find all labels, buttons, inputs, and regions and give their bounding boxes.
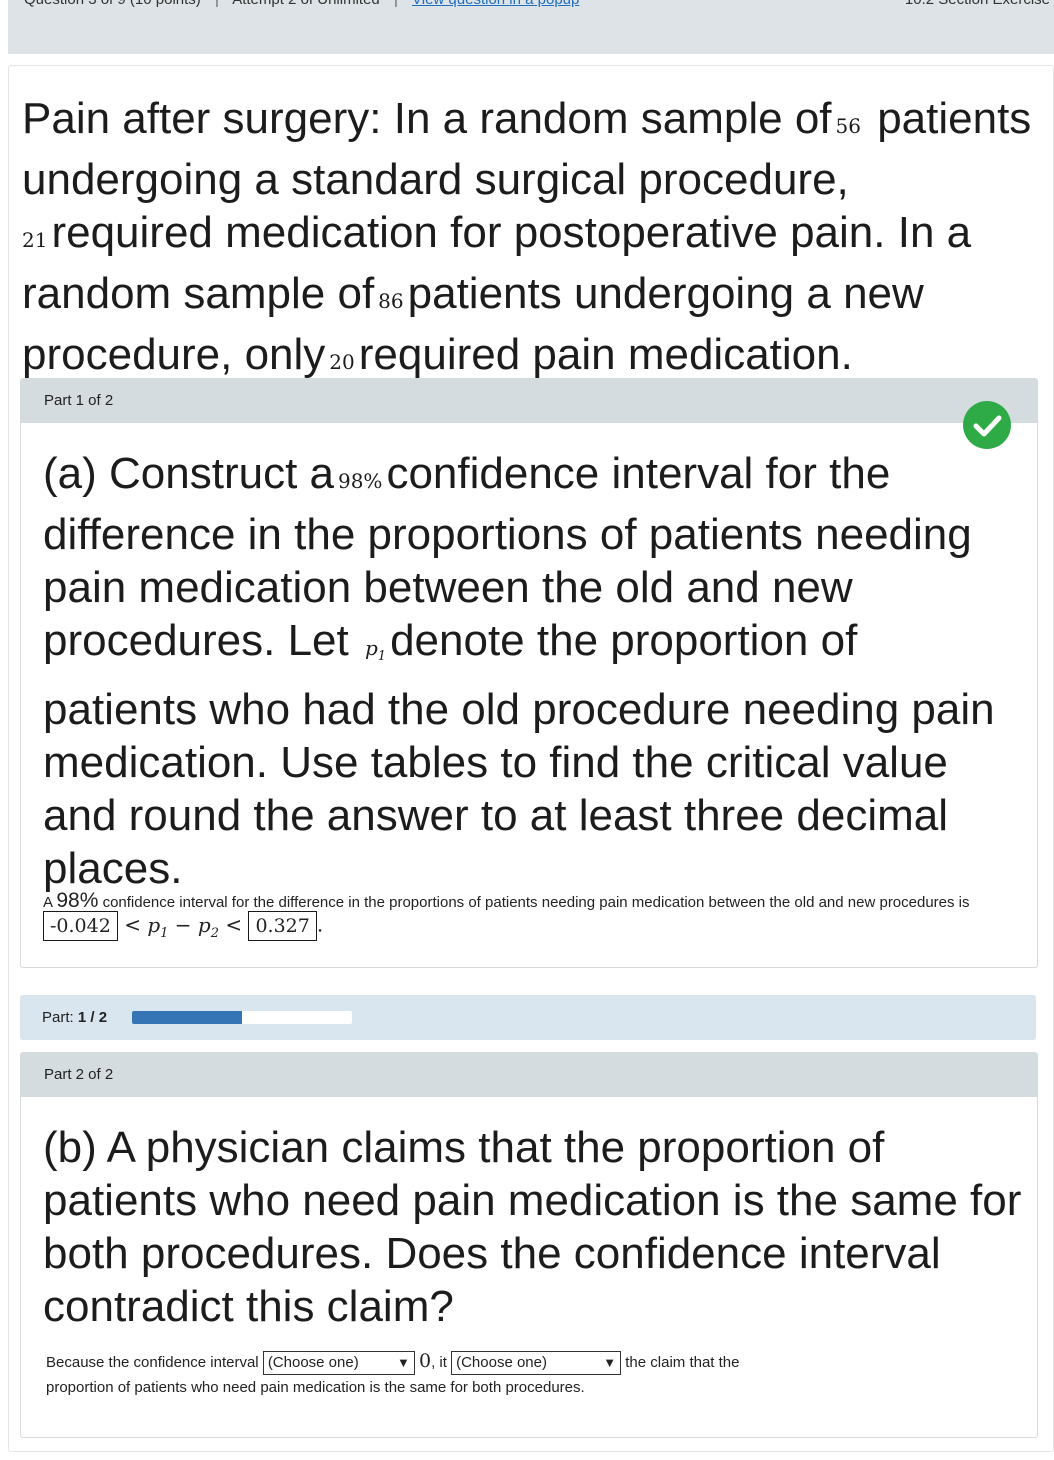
- part-2-header: Part 2 of 2: [21, 1053, 1037, 1097]
- lower-bound-input[interactable]: -0.042: [43, 911, 118, 941]
- part-1-question: (a) Construct a 98%confidence interval fo…: [43, 449, 995, 893]
- answer-sentence: A 98% confidence interval for the differ…: [43, 889, 970, 912]
- triangle-down-icon: ▼: [603, 1355, 617, 1371]
- triangle-down-icon: ▼: [396, 1355, 410, 1371]
- problem-statement: Pain after surgery: In a random sample o…: [22, 94, 1032, 379]
- part-2-question: (b) A physician claims that the proporti…: [43, 1123, 1022, 1331]
- part-progress: Part: 1 / 2: [20, 995, 1036, 1040]
- popup-link[interactable]: View question in a popup: [412, 0, 579, 8]
- progress-bar: [132, 1011, 352, 1024]
- p1-symbol: p1: [364, 636, 387, 664]
- contradict-select[interactable]: (Choose one) ▼: [451, 1351, 622, 1376]
- confidence-level: 98%: [337, 469, 383, 493]
- part-2-answer: Because the confidence interval (Choose …: [46, 1350, 740, 1397]
- part-1-panel: Part 1 of 2 (a) Construct a 98%confidence…: [20, 378, 1038, 968]
- check-circle-icon: [963, 401, 1011, 449]
- part-2-panel: Part 2 of 2 (b) A physician claims that …: [20, 1052, 1038, 1438]
- question-number: Question 3 of 9: [24, 0, 126, 8]
- divider: |: [394, 0, 398, 8]
- progress-bar-fill: [132, 1011, 242, 1024]
- question-meta: Question 3 of 9 (10 points) | Attempt 2 …: [24, 0, 579, 8]
- header-bar: Question 3 of 9 (10 points) | Attempt 2 …: [8, 0, 1054, 54]
- upper-bound-input[interactable]: 0.327: [248, 911, 317, 941]
- attempt-info: Attempt 2 of Unlimited: [232, 0, 380, 8]
- interval-contains-select[interactable]: (Choose one) ▼: [262, 1351, 415, 1376]
- p1-minus-p2: p1 − p2: [147, 912, 219, 941]
- points: (10 points): [130, 0, 201, 8]
- divider: |: [215, 0, 219, 8]
- interval-answer: -0.042 < p1 − p2 < 0.327.: [43, 911, 323, 941]
- section-label: 10.2 Section Exercise: [905, 0, 1050, 8]
- count-2: 20: [329, 350, 355, 374]
- part-1-header: Part 1 of 2: [21, 379, 1037, 423]
- sample-size-2: 86: [378, 289, 404, 313]
- count-1: 21: [22, 228, 48, 252]
- progress-label: Part: 1 / 2: [42, 1009, 108, 1026]
- sample-size-1: 56: [835, 114, 861, 138]
